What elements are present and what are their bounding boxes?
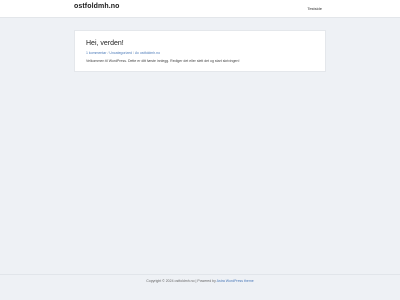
site-header: ostfoldmh.no Testside	[0, 0, 400, 18]
footer-copyright: Copyright © 2024 ostfoldmh.no | Powered …	[146, 279, 216, 283]
meta-separator: /	[133, 51, 134, 55]
post-excerpt: Velkommen til WordPress. Dette er ditt f…	[86, 59, 240, 63]
post-card: Hei, verden! 1 kommentar/Uncategorized/A…	[74, 30, 326, 72]
footer-divider	[0, 274, 400, 275]
category-link[interactable]: Uncategorized	[109, 51, 132, 55]
site-title-link[interactable]: ostfoldmh.no	[74, 3, 120, 10]
post-title[interactable]: Hei, verden!	[86, 40, 124, 47]
author-link[interactable]: Av ostfoldmh.no	[135, 51, 160, 55]
site-footer: Copyright © 2024 ostfoldmh.no | Powered …	[0, 279, 400, 283]
nav-item-testside[interactable]: Testside	[307, 6, 322, 11]
comments-link[interactable]: 1 kommentar	[86, 51, 106, 55]
theme-link[interactable]: Astra WordPress theme	[217, 279, 254, 283]
post-meta: 1 kommentar/Uncategorized/Av ostfoldmh.n…	[86, 51, 160, 55]
